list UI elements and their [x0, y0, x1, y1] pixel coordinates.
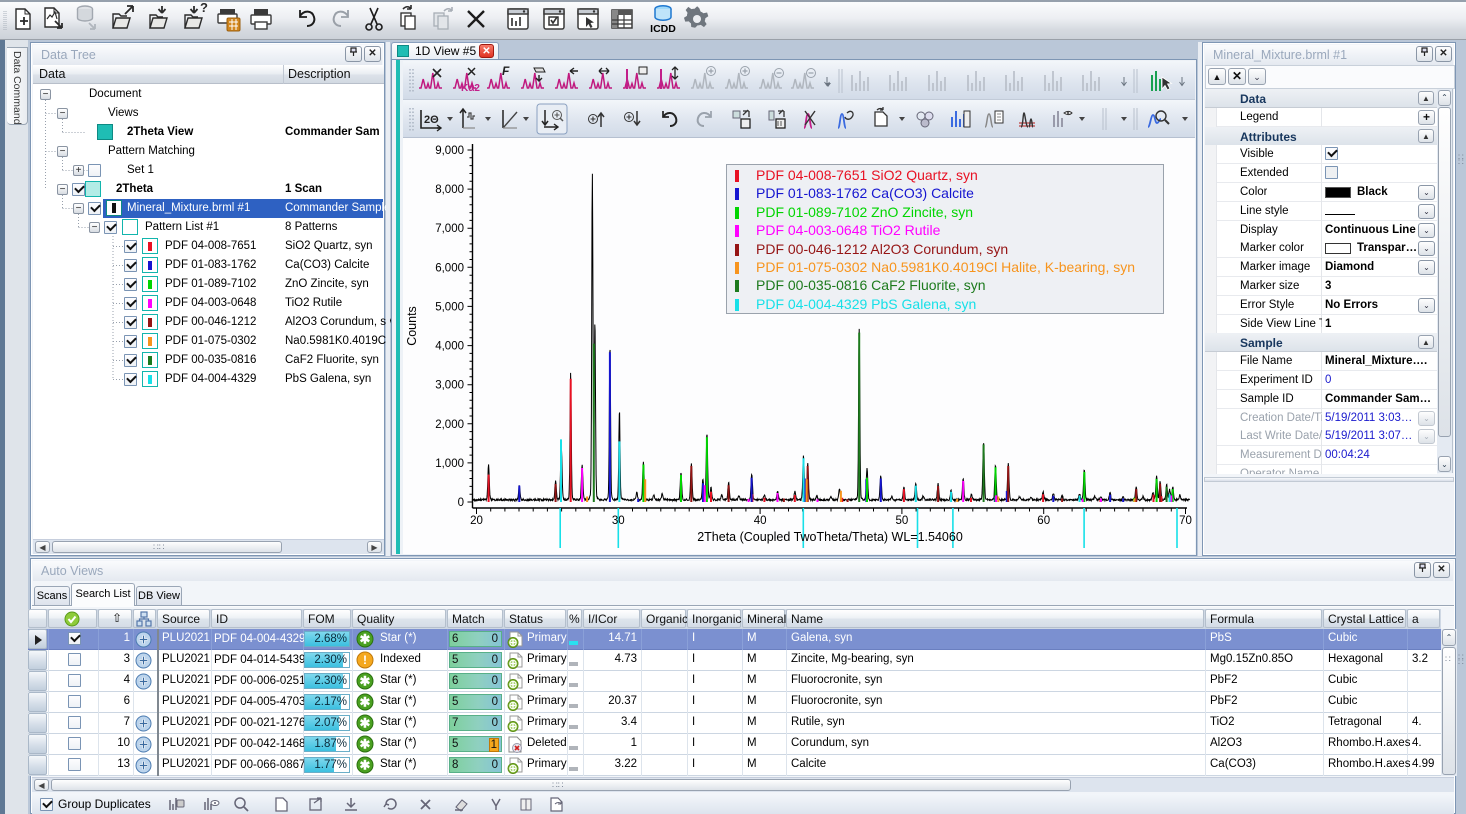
svg-text:6,000: 6,000: [435, 262, 464, 274]
svg-text:✱: ✱: [360, 695, 371, 710]
svg-text:8,000: 8,000: [435, 184, 464, 196]
svg-text:0: 0: [458, 497, 464, 509]
svg-text:!: !: [363, 653, 367, 667]
svg-text:Counts: Counts: [405, 306, 419, 346]
svg-text:70: 70: [1179, 515, 1192, 527]
svg-text:✱: ✱: [360, 716, 371, 731]
svg-text:60: 60: [1037, 515, 1050, 527]
svg-text:4,000: 4,000: [435, 341, 464, 353]
svg-text:50: 50: [896, 515, 909, 527]
svg-text:✱: ✱: [360, 674, 371, 689]
svg-text:20: 20: [470, 515, 483, 527]
svg-text:9,000: 9,000: [435, 145, 464, 157]
svg-text:1,000: 1,000: [435, 458, 464, 470]
svg-text:Kα2: Kα2: [461, 83, 480, 94]
svg-text:ICDD: ICDD: [650, 23, 676, 35]
svg-text:F: F: [502, 64, 510, 78]
svg-text:✱: ✱: [360, 758, 371, 773]
svg-text:7,000: 7,000: [435, 223, 464, 235]
svg-text:?: ?: [200, 2, 208, 15]
svg-text:2Theta (Coupled TwoTheta/Theta: 2Theta (Coupled TwoTheta/Theta) WL=1.540…: [697, 530, 963, 544]
svg-text:2Θ: 2Θ: [424, 114, 439, 126]
svg-text:40: 40: [754, 515, 767, 527]
svg-text:30: 30: [612, 515, 625, 527]
svg-text:✱: ✱: [360, 737, 371, 752]
svg-text:5,000: 5,000: [435, 301, 464, 313]
svg-text:2,000: 2,000: [435, 419, 464, 431]
svg-text:✱: ✱: [360, 632, 371, 647]
svg-text:3,000: 3,000: [435, 380, 464, 392]
